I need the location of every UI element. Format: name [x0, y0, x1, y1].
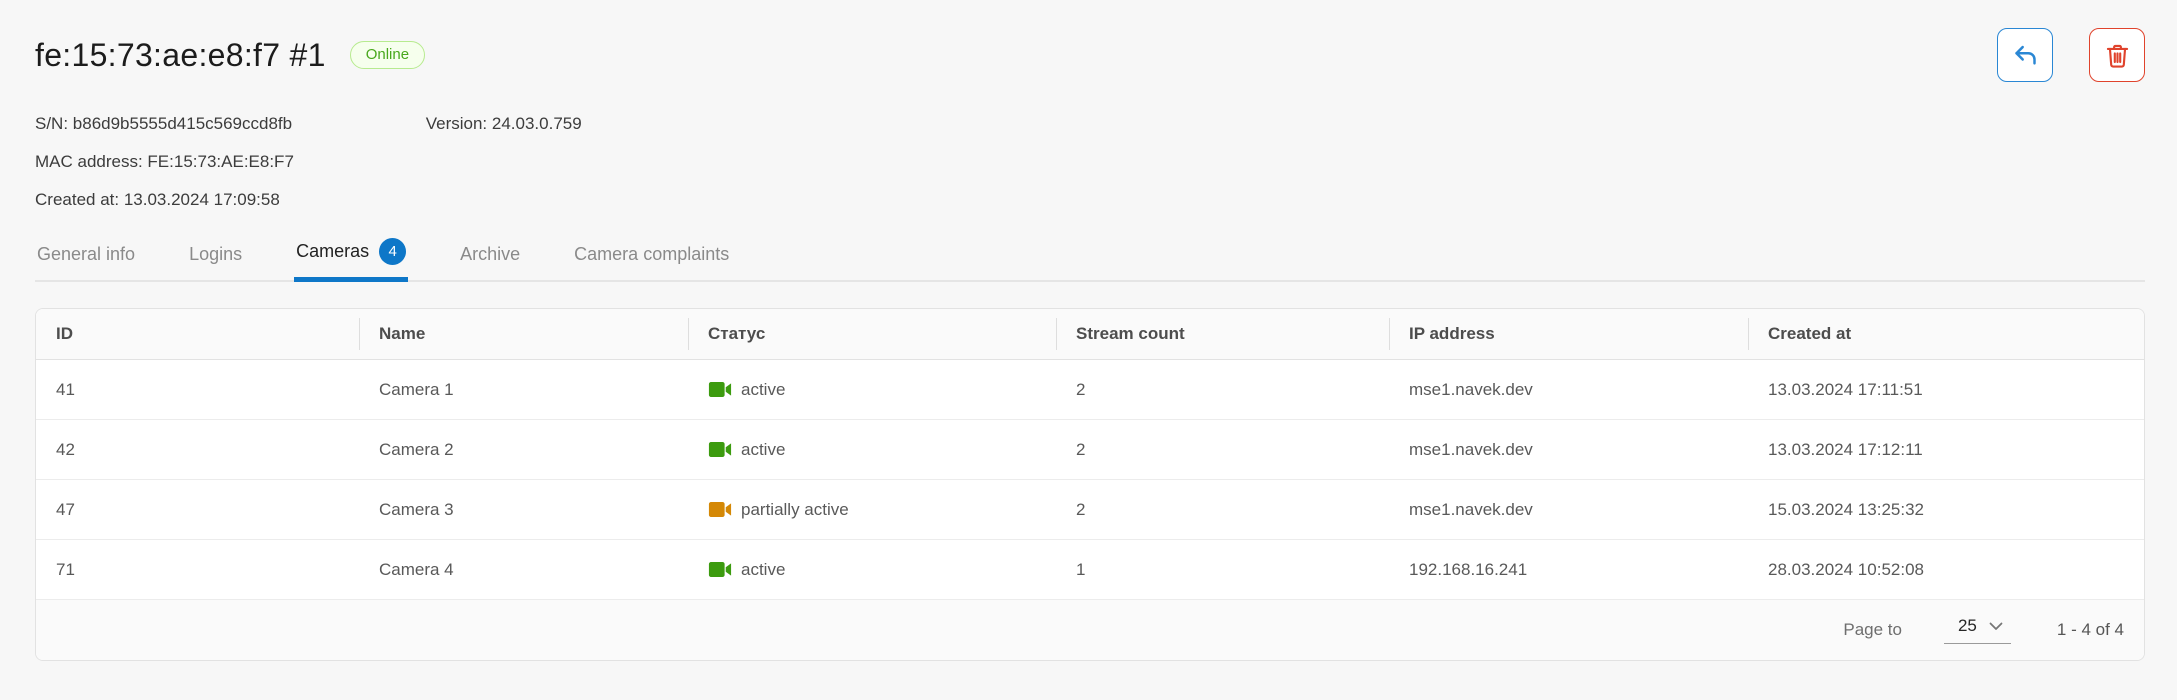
trash-icon: [2104, 42, 2131, 69]
cell-status: active: [688, 560, 1056, 580]
cell-created-at: 13.03.2024 17:12:11: [1748, 440, 2144, 460]
status-label: partially active: [741, 500, 849, 520]
cell-created-at: 28.03.2024 10:52:08: [1748, 560, 2144, 580]
cell-name: Camera 2: [359, 440, 688, 460]
cell-id: 71: [36, 560, 359, 580]
cell-ip-address: mse1.navek.dev: [1389, 380, 1748, 400]
chevron-down-icon: [1989, 622, 2003, 631]
serial-number: S/N: b86d9b5555d415c569ccd8fb: [35, 114, 421, 134]
version: Version: 24.03.0.759: [426, 114, 582, 133]
video-camera-icon: [708, 380, 732, 399]
table-row[interactable]: 71 Camera 4 active 1 192.168.16.241 28.0…: [36, 540, 2144, 600]
column-header: Name: [359, 309, 688, 359]
tab-general-info[interactable]: General info: [35, 238, 137, 280]
table-body: 41 Camera 1 active 2 mse1.navek.dev 13.0…: [36, 360, 2144, 600]
tab-camera-complaints[interactable]: Camera complaints: [572, 238, 731, 280]
page-size-label: Page to: [1843, 620, 1902, 640]
online-status-badge: Online: [350, 41, 425, 69]
cell-status: active: [688, 380, 1056, 400]
cell-status: partially active: [688, 500, 1056, 520]
rollback-button[interactable]: [1997, 28, 2053, 82]
cell-stream-count: 2: [1056, 500, 1389, 520]
table-row[interactable]: 47 Camera 3 partially active 2 mse1.nave…: [36, 480, 2144, 540]
header-actions: [1997, 28, 2145, 82]
cell-ip-address: mse1.navek.dev: [1389, 440, 1748, 460]
cell-name: Camera 1: [359, 380, 688, 400]
cell-created-at: 15.03.2024 13:25:32: [1748, 500, 2144, 520]
cell-id: 41: [36, 380, 359, 400]
tab-archive[interactable]: Archive: [458, 238, 522, 280]
tab-label: Cameras: [296, 241, 369, 262]
column-header: ID: [36, 309, 359, 359]
table-footer: Page to 25 1 - 4 of 4: [36, 600, 2144, 660]
cell-ip-address: mse1.navek.dev: [1389, 500, 1748, 520]
tab-logins[interactable]: Logins: [187, 238, 244, 280]
cell-id: 47: [36, 500, 359, 520]
cell-stream-count: 2: [1056, 380, 1389, 400]
pagination-range: 1 - 4 of 4: [2057, 620, 2124, 640]
video-camera-icon: [708, 500, 732, 519]
device-meta: S/N: b86d9b5555d415c569ccd8fb Version: 2…: [35, 114, 2145, 210]
page-size-select[interactable]: 25: [1944, 616, 2011, 644]
page-size-value: 25: [1958, 616, 1977, 636]
cell-name: Camera 3: [359, 500, 688, 520]
column-header: Created at: [1748, 309, 2144, 359]
table-header: IDNameСтатусStream countIP addressCreate…: [36, 309, 2144, 360]
delete-device-button[interactable]: [2089, 28, 2145, 82]
status-label: active: [741, 380, 785, 400]
cell-stream-count: 2: [1056, 440, 1389, 460]
cell-stream-count: 1: [1056, 560, 1389, 580]
cell-name: Camera 4: [359, 560, 688, 580]
mac-address: MAC address: FE:15:73:AE:E8:F7: [35, 152, 294, 171]
cell-created-at: 13.03.2024 17:11:51: [1748, 380, 2144, 400]
video-camera-icon: [708, 440, 732, 459]
created-at: Created at: 13.03.2024 17:09:58: [35, 190, 280, 209]
status-label: active: [741, 560, 785, 580]
status-label: active: [741, 440, 785, 460]
cameras-table-card: IDNameСтатусStream countIP addressCreate…: [35, 308, 2145, 661]
column-header: IP address: [1389, 309, 1748, 359]
tab-label: Archive: [460, 244, 520, 265]
cell-id: 42: [36, 440, 359, 460]
tab-bar: General info Logins Cameras 4 Archive Ca…: [35, 232, 2145, 282]
video-camera-icon: [708, 560, 732, 579]
tab-label: Logins: [189, 244, 242, 265]
tab-count-badge: 4: [379, 238, 406, 265]
tab-label: Camera complaints: [574, 244, 729, 265]
table-row[interactable]: 42 Camera 2 active 2 mse1.navek.dev 13.0…: [36, 420, 2144, 480]
column-header: Статус: [688, 309, 1056, 359]
title-row: fe:15:73:ae:e8:f7 #1 Online: [35, 26, 2145, 84]
table-row[interactable]: 41 Camera 1 active 2 mse1.navek.dev 13.0…: [36, 360, 2144, 420]
device-detail-page: fe:15:73:ae:e8:f7 #1 Online S/N: b86d9: [0, 0, 2177, 661]
tab-label: General info: [37, 244, 135, 265]
cell-status: active: [688, 440, 1056, 460]
page-title: fe:15:73:ae:e8:f7 #1: [35, 37, 326, 74]
undo-arrow-icon: [2012, 42, 2039, 69]
column-header: Stream count: [1056, 309, 1389, 359]
cell-ip-address: 192.168.16.241: [1389, 560, 1748, 580]
tab-cameras[interactable]: Cameras 4: [294, 232, 408, 280]
